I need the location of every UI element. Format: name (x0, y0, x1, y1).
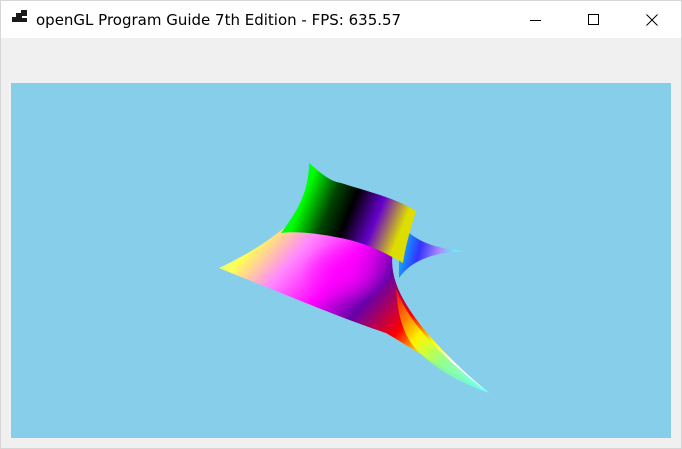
title-bar[interactable]: openGL Program Guide 7th Edition - FPS: … (1, 1, 681, 38)
maximize-button[interactable] (565, 1, 623, 38)
app-window-icon[interactable] (12, 10, 28, 26)
minimize-icon (530, 19, 541, 21)
minimize-button[interactable] (507, 1, 565, 38)
status-strip (11, 438, 211, 448)
window-title: openGL Program Guide 7th Edition - FPS: … (36, 11, 402, 29)
client-area (1, 38, 681, 448)
rendered-3d-surface (219, 163, 489, 393)
status-strip-pattern (11, 443, 211, 448)
app-window: openGL Program Guide 7th Edition - FPS: … (0, 0, 682, 449)
close-icon (646, 13, 658, 26)
close-button[interactable] (623, 1, 681, 38)
maximize-icon (588, 13, 599, 25)
opengl-viewport[interactable] (11, 83, 671, 438)
